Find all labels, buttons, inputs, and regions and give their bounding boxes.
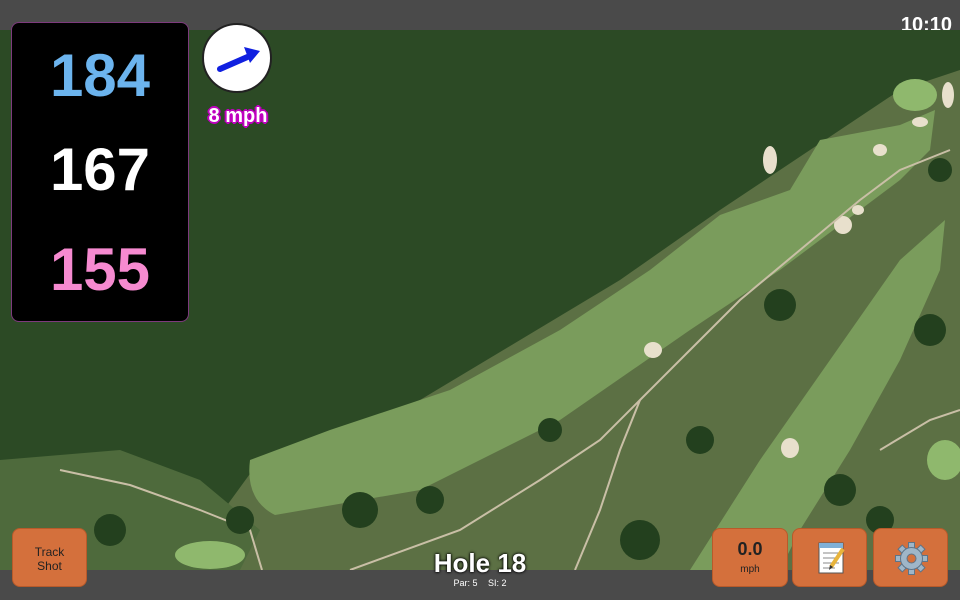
speed-unit: mph	[740, 564, 760, 575]
hole-par: Par: 5	[453, 578, 478, 588]
speed-button[interactable]: 0.0 mph	[712, 528, 788, 587]
hole-title: Hole 18	[433, 548, 527, 578]
distance-panel: 184 167 155	[11, 22, 189, 322]
wind-speed: 8 mph	[208, 105, 268, 127]
hole-si: SI: 2	[488, 578, 507, 588]
distance-front: 155	[49, 236, 151, 303]
wind-indicator	[202, 23, 272, 93]
notes-button[interactable]	[792, 528, 867, 587]
gear-icon	[895, 542, 928, 575]
distance-middle: 167	[49, 136, 151, 203]
track-shot-label-line1: Track	[34, 545, 65, 559]
track-shot-label-line2: Shot	[37, 559, 62, 573]
speed-value: 0.0	[737, 539, 763, 559]
notepad-icon	[818, 542, 845, 574]
distance-back: 184	[49, 42, 151, 109]
settings-button[interactable]	[873, 528, 948, 587]
track-shot-button[interactable]: Track Shot	[12, 528, 87, 587]
wind-direction-arrow-icon	[217, 47, 260, 72]
hole-meta: Par: 5 SI: 2	[380, 578, 580, 588]
